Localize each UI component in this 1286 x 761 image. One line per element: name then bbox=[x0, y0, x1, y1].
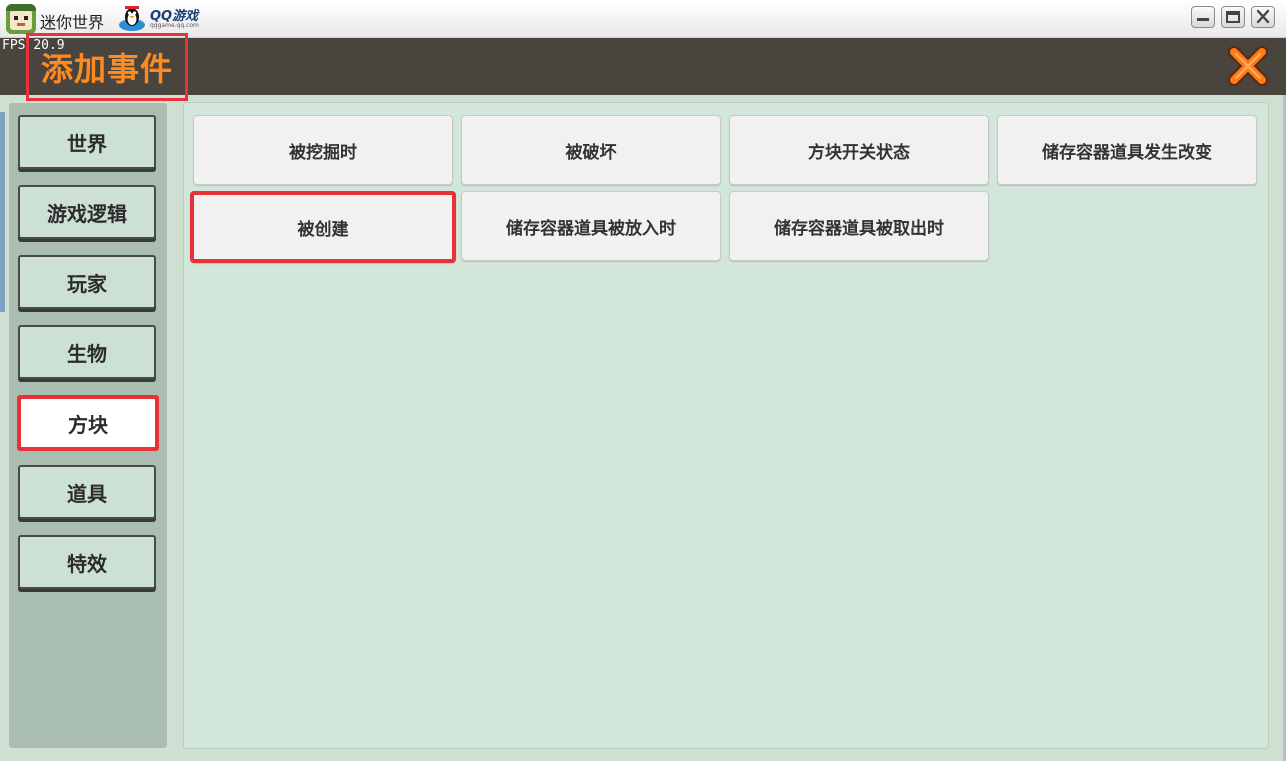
event-block-switch-state[interactable]: 方块开关状态 bbox=[729, 115, 989, 185]
category-world[interactable]: 世界 bbox=[18, 115, 156, 169]
qq-penguin-icon bbox=[119, 6, 145, 31]
mini-world-app-icon bbox=[6, 4, 36, 34]
close-window-button[interactable] bbox=[1251, 6, 1275, 28]
event-created[interactable]: 被创建 bbox=[190, 191, 456, 263]
qq-game-logo: QQ游戏 qqgame.qq.com bbox=[116, 3, 206, 35]
close-dialog-button[interactable] bbox=[1226, 44, 1270, 88]
category-player[interactable]: 玩家 bbox=[18, 255, 156, 309]
dialog-header bbox=[0, 38, 1286, 95]
event-container-item-changed[interactable]: 储存容器道具发生改变 bbox=[997, 115, 1257, 185]
category-block[interactable]: 方块 bbox=[17, 395, 159, 451]
close-window-icon bbox=[1256, 9, 1270, 24]
maximize-button[interactable] bbox=[1221, 6, 1245, 28]
category-game-logic[interactable]: 游戏逻辑 bbox=[18, 185, 156, 239]
qq-domain-text: qqgame.qq.com bbox=[150, 22, 199, 29]
event-container-item-taken-out[interactable]: 储存容器道具被取出时 bbox=[729, 191, 989, 261]
event-being-dug[interactable]: 被挖掘时 bbox=[193, 115, 453, 185]
fps-label: FPS bbox=[2, 38, 26, 53]
close-x-icon bbox=[1228, 46, 1268, 86]
app-title: 迷你世界 bbox=[40, 13, 105, 32]
maximize-icon bbox=[1226, 11, 1240, 23]
window-titlebar: 迷你世界 QQ游戏 qqgame.qq.com bbox=[0, 0, 1286, 38]
fps-value: 20.9 bbox=[33, 38, 65, 53]
event-destroyed[interactable]: 被破坏 bbox=[461, 115, 721, 185]
minimize-icon bbox=[1197, 18, 1209, 21]
event-container-item-put-in[interactable]: 储存容器道具被放入时 bbox=[461, 191, 721, 261]
left-edge-strip bbox=[0, 112, 5, 312]
category-creature[interactable]: 生物 bbox=[18, 325, 156, 379]
category-effect[interactable]: 特效 bbox=[18, 535, 156, 589]
fps-counter: FPS 20.9 bbox=[2, 38, 65, 53]
category-item[interactable]: 道具 bbox=[18, 465, 156, 519]
minimize-button[interactable] bbox=[1191, 6, 1215, 28]
